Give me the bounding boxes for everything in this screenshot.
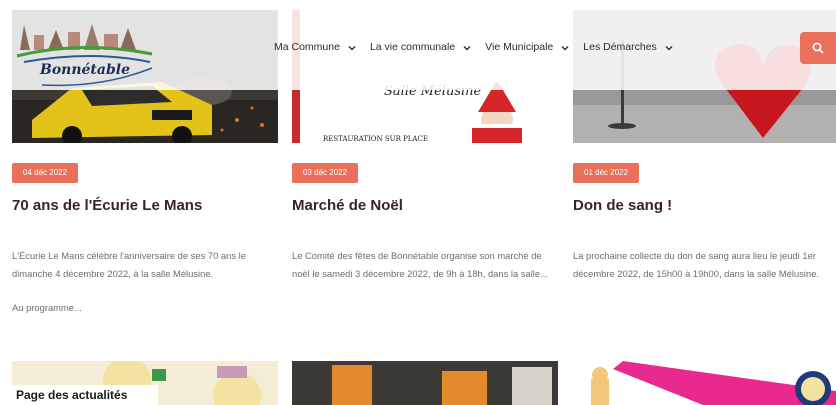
chevron-down-icon (463, 43, 471, 51)
news-excerpt: Le Comité des fêtes de Bonnétable organi… (292, 250, 548, 279)
search-button[interactable] (800, 32, 836, 64)
nav-vie-communale[interactable]: La vie communale (370, 41, 471, 53)
chevron-down-icon (665, 43, 673, 51)
chevron-down-icon (348, 43, 356, 51)
nav-label: La vie communale (369, 41, 456, 53)
page-caption: Page des actualités (12, 385, 158, 405)
news-title[interactable]: Marché de Noël (292, 197, 403, 214)
nav-vie-municipale[interactable]: Vie Municipale (485, 41, 569, 53)
search-icon (812, 42, 824, 54)
news-title[interactable]: Don de sang ! (573, 197, 672, 214)
site-header: Bonnétable Ma Commune La vie communale V… (12, 10, 836, 90)
news-image-event[interactable] (573, 361, 836, 405)
nav-label: Ma Commune (274, 41, 340, 53)
nav-label: Les Démarches (583, 41, 657, 53)
date-badge: 03 déc 2022 (292, 163, 359, 183)
nav-ma-commune[interactable]: Ma Commune (274, 41, 356, 53)
news-excerpt: La prochaine collecte du don de sang aur… (573, 250, 820, 279)
news-excerpt: L'Écurie Le Mans célèbre l'anniversaire … (12, 250, 246, 279)
nav-label: Vie Municipale (485, 41, 554, 53)
main-navigation: Ma Commune La vie communale Vie Municipa… (274, 41, 687, 53)
date-badge: 04 déc 2022 (12, 163, 79, 183)
image-caption-food: RESTAURATION SUR PLACE (323, 135, 428, 143)
news-image-people[interactable] (292, 361, 558, 405)
read-more-text: Au programme... (12, 302, 82, 313)
date-badge: 01 déc 2022 (573, 163, 640, 183)
logo-text: Bonnétable (40, 62, 130, 78)
site-logo[interactable]: Bonnétable (12, 10, 162, 90)
nav-les-demarches[interactable]: Les Démarches (583, 41, 673, 53)
chevron-down-icon (561, 43, 569, 51)
news-title[interactable]: 70 ans de l'Écurie Le Mans (12, 197, 202, 214)
